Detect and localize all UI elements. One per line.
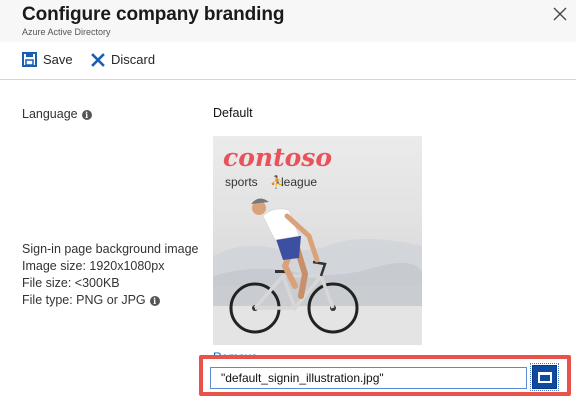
discard-label: Discard [111, 52, 156, 67]
cyclist-illustration: contoso sports ⛹ league [213, 143, 422, 345]
bg-image-file-type: File type: PNG or JPG [22, 293, 146, 307]
info-icon[interactable]: i [81, 109, 92, 120]
bg-image-file-size: File size: <300KB [22, 276, 120, 290]
page-title: Configure company branding [22, 4, 285, 25]
language-label: Language [22, 107, 78, 121]
bg-image-size: Image size: 1920x1080px [22, 259, 165, 273]
logo-sports: sports [225, 175, 258, 189]
file-path-input[interactable]: "default_signin_illustration.jpg" [210, 367, 527, 389]
page-subtitle: Azure Active Directory [22, 27, 111, 37]
folder-icon [538, 372, 552, 383]
language-value: Default [213, 106, 253, 120]
discard-button[interactable]: Discard [91, 52, 155, 67]
blade-header: Configure company branding Azure Active … [0, 0, 576, 42]
logo-brand: contoso [223, 143, 332, 172]
save-label: Save [43, 52, 73, 67]
discard-icon [91, 52, 105, 67]
bg-image-file-type-row: File type: PNG or JPG i [22, 292, 160, 308]
info-icon[interactable]: i [149, 295, 160, 306]
browse-button[interactable] [530, 363, 559, 391]
logo-league: league [281, 175, 317, 189]
bg-image-label: Sign-in page background image [22, 242, 199, 256]
close-button[interactable] [552, 6, 568, 22]
command-bar: Save Discard [0, 42, 576, 80]
close-icon [553, 7, 567, 21]
background-image-preview: contoso sports ⛹ league [213, 136, 422, 345]
save-button[interactable]: Save [22, 52, 73, 67]
language-label-row: Language i [22, 106, 92, 122]
save-icon [22, 52, 37, 67]
